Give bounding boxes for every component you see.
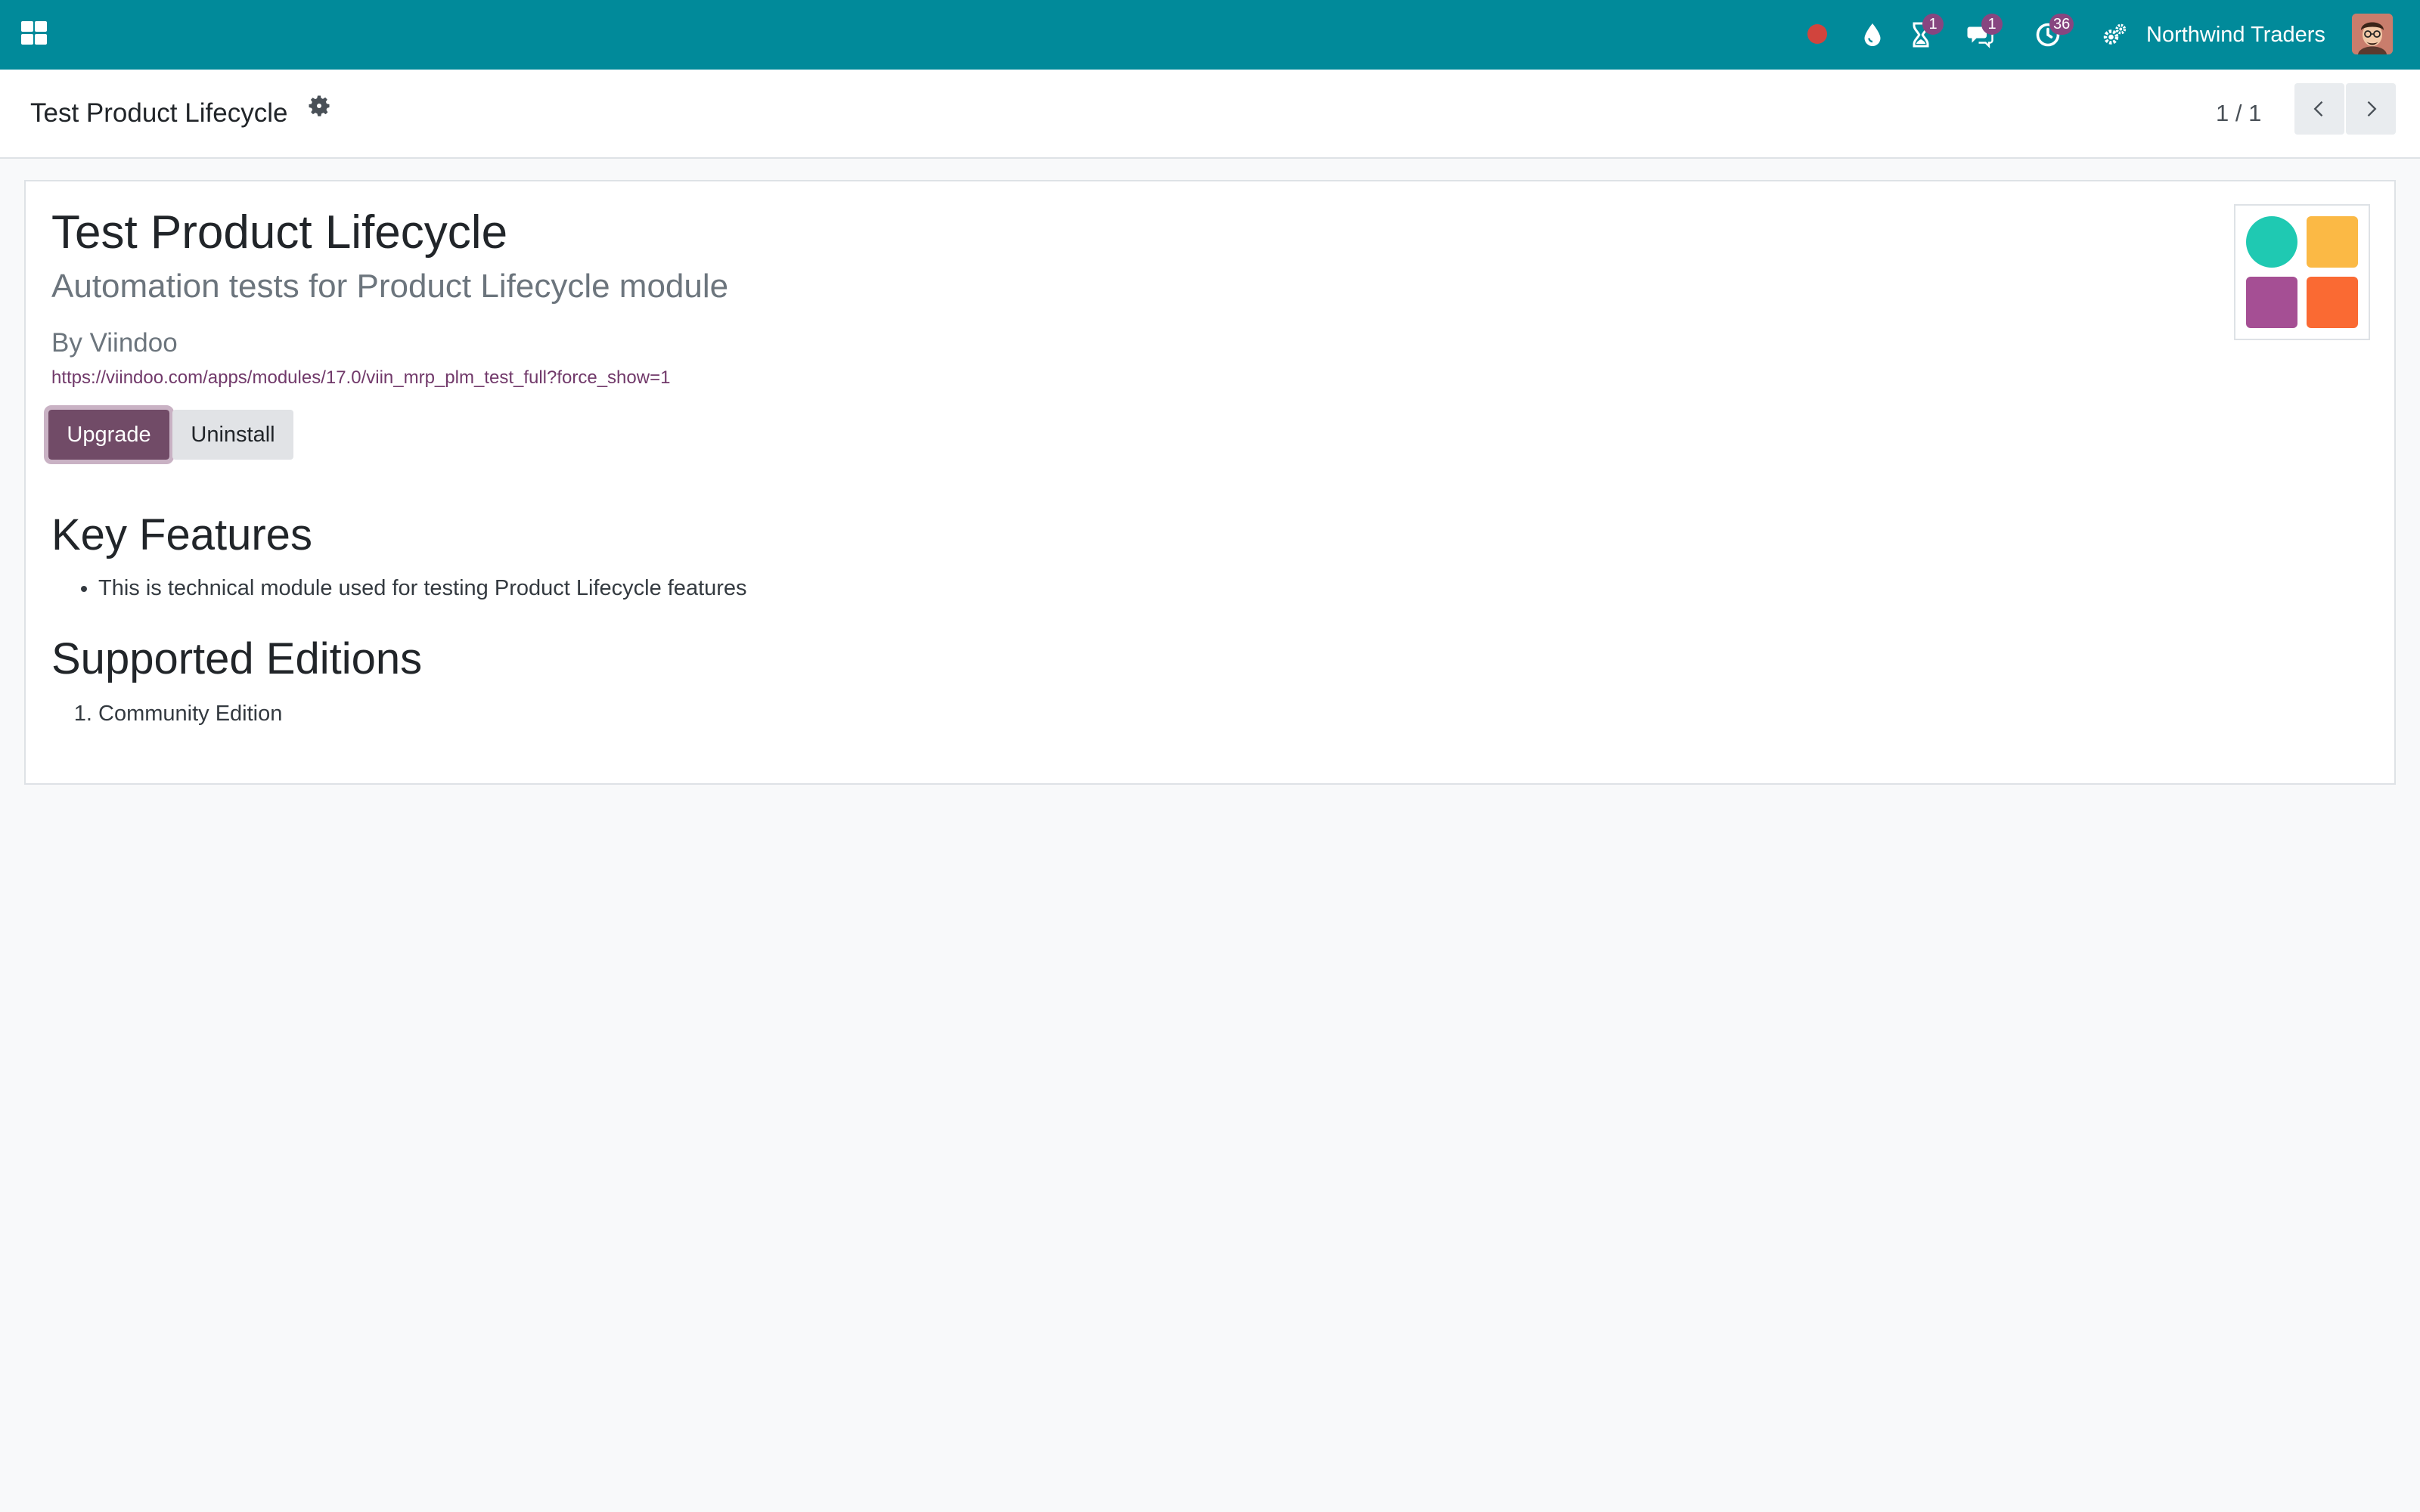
- record-dot-icon[interactable]: [1807, 24, 1827, 44]
- uninstall-button[interactable]: Uninstall: [172, 410, 293, 460]
- list-item: This is technical module used for testin…: [98, 573, 747, 603]
- key-features-list: This is technical module used for testin…: [76, 573, 747, 603]
- activities-badge: 1: [1922, 14, 1944, 35]
- clock-icon[interactable]: 36: [2030, 14, 2074, 53]
- module-icon: [2234, 204, 2370, 340]
- chevron-left-icon: [2313, 101, 2323, 117]
- pager-value[interactable]: 1 / 1: [2216, 92, 2261, 135]
- list-item: Community Edition: [98, 699, 282, 729]
- upgrade-button[interactable]: Upgrade: [44, 405, 174, 464]
- timer-badge: 36: [2049, 14, 2074, 35]
- pager-next-button[interactable]: [2346, 83, 2396, 135]
- top-navbar: 1 1 36 Northwind Traders: [0, 0, 2420, 70]
- module-author: By Viindoo: [51, 328, 178, 358]
- module-website-link[interactable]: https://viindoo.com/apps/modules/17.0/vi…: [51, 366, 670, 390]
- record-actions-gear-icon[interactable]: [306, 92, 333, 119]
- breadcrumb-title: Test Product Lifecycle: [30, 98, 288, 128]
- company-switcher[interactable]: Northwind Traders: [2146, 18, 2325, 51]
- chevron-right-icon: [2367, 101, 2377, 117]
- supported-editions-list: Community Edition: [76, 699, 282, 729]
- chat-icon[interactable]: 1: [1962, 14, 2003, 53]
- control-panel: Test Product Lifecycle 1 / 1: [0, 70, 2420, 159]
- settings-gears-icon[interactable]: [2096, 17, 2133, 53]
- drop-icon[interactable]: [1854, 17, 1891, 53]
- module-form-sheet: Test Product Lifecycle Automation tests …: [24, 180, 2396, 785]
- supported-editions-heading: Supported Editions: [51, 634, 423, 683]
- module-summary: Automation tests for Product Lifecycle m…: [51, 268, 729, 305]
- hourglass-icon[interactable]: 1: [1903, 14, 1944, 53]
- messages-badge: 1: [1981, 14, 2003, 35]
- module-title: Test Product Lifecycle: [51, 206, 508, 259]
- pager-previous-button[interactable]: [2294, 83, 2344, 135]
- apps-menu-icon[interactable]: [20, 18, 50, 48]
- user-avatar[interactable]: [2352, 14, 2393, 54]
- key-features-heading: Key Features: [51, 510, 312, 559]
